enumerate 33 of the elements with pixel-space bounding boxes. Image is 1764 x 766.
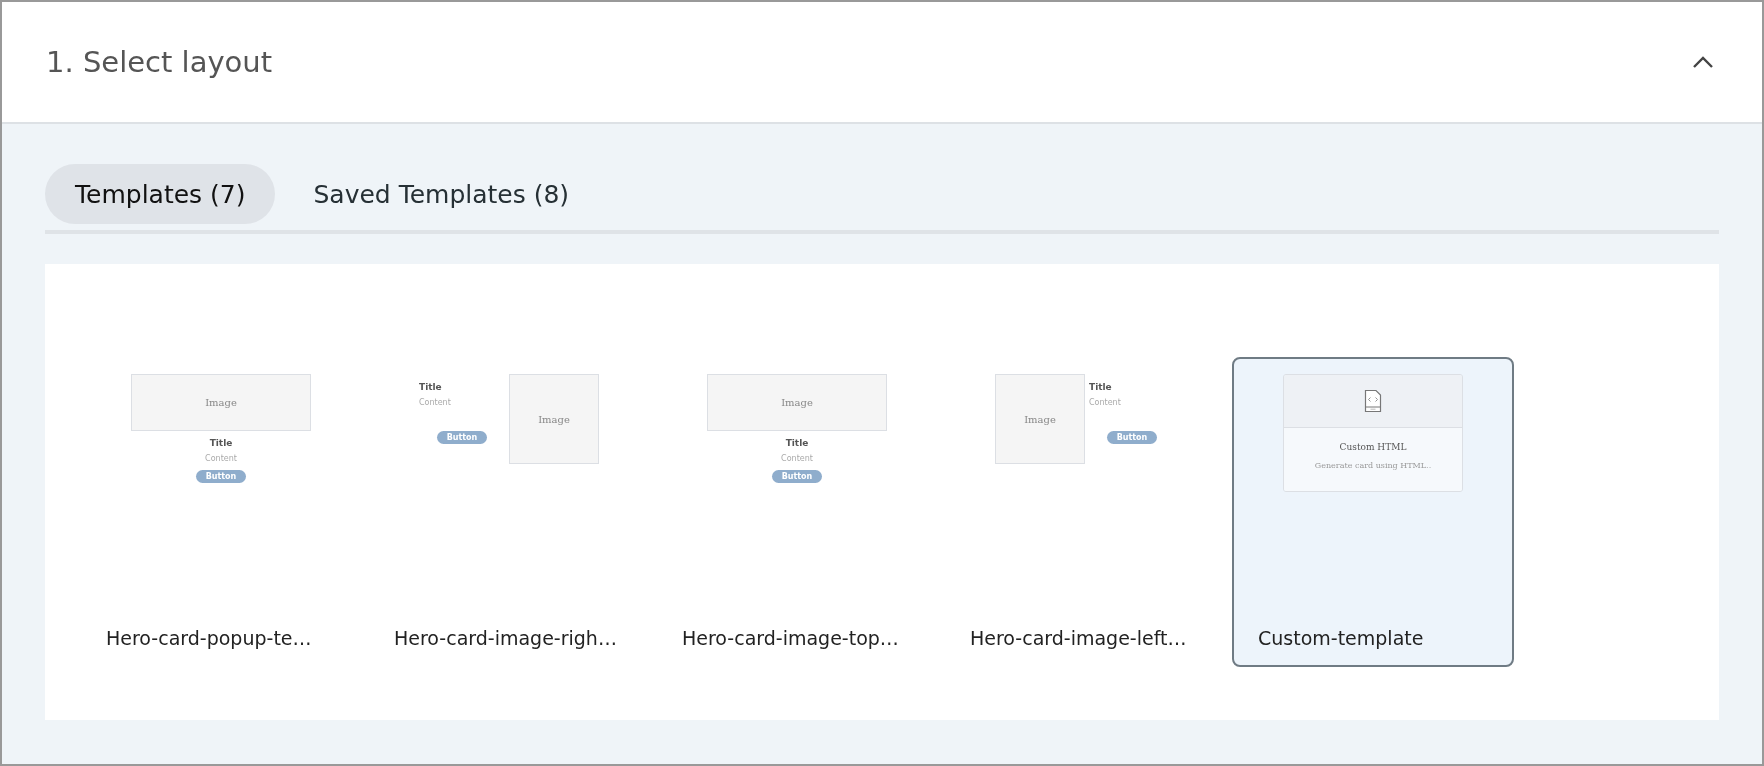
preview-content: Content <box>419 398 451 407</box>
preview-title: Title <box>209 438 233 448</box>
template-card[interactable]: Custom HTML Generate card using HTML.. Custom-template <box>1232 357 1514 667</box>
image-placeholder: Image <box>995 374 1085 464</box>
tab[interactable]: Saved Templates (8) <box>283 164 600 224</box>
template-card[interactable]: Title Content Button Image Hero-card-image-righ… <box>368 357 650 667</box>
preview-content: Generate card using HTML.. <box>1314 461 1432 470</box>
template-name: Hero-card-image-left… <box>969 627 1188 649</box>
image-placeholder: Image <box>509 374 599 464</box>
preview-content: Content <box>205 454 237 463</box>
preview-title: Title <box>785 438 809 448</box>
template-name: Hero-card-image-top… <box>681 627 900 649</box>
preview-title: Title <box>419 382 442 392</box>
chevron-icon[interactable] <box>1692 55 1714 69</box>
template-name: Hero-card-popup-te… <box>105 627 313 649</box>
image-placeholder: Image <box>707 374 887 431</box>
template-name: Custom-template <box>1257 627 1425 649</box>
preview-title: Custom HTML <box>1339 442 1407 452</box>
template-card[interactable]: Image Title Content Button Hero-card-image-left… <box>944 357 1226 667</box>
preview-title: Title <box>1089 382 1112 392</box>
code-file-icon <box>1364 389 1382 413</box>
template-card[interactable]: Image Title Content Button Hero-card-popup-te… <box>80 357 362 667</box>
section-title: 1. Select layout <box>46 45 273 79</box>
template-card[interactable]: Image Title Content Button Hero-card-image-top… <box>656 357 938 667</box>
tab[interactable]: Templates (7) <box>45 164 276 224</box>
preview-button: Button <box>195 470 247 483</box>
preview-content: Content <box>781 454 813 463</box>
preview-button: Button <box>1106 431 1158 444</box>
preview-button: Button <box>771 470 823 483</box>
image-placeholder: Image <box>131 374 311 431</box>
preview-content: Content <box>1089 398 1121 407</box>
preview-button: Button <box>436 431 488 444</box>
template-name: Hero-card-image-righ… <box>393 627 618 649</box>
